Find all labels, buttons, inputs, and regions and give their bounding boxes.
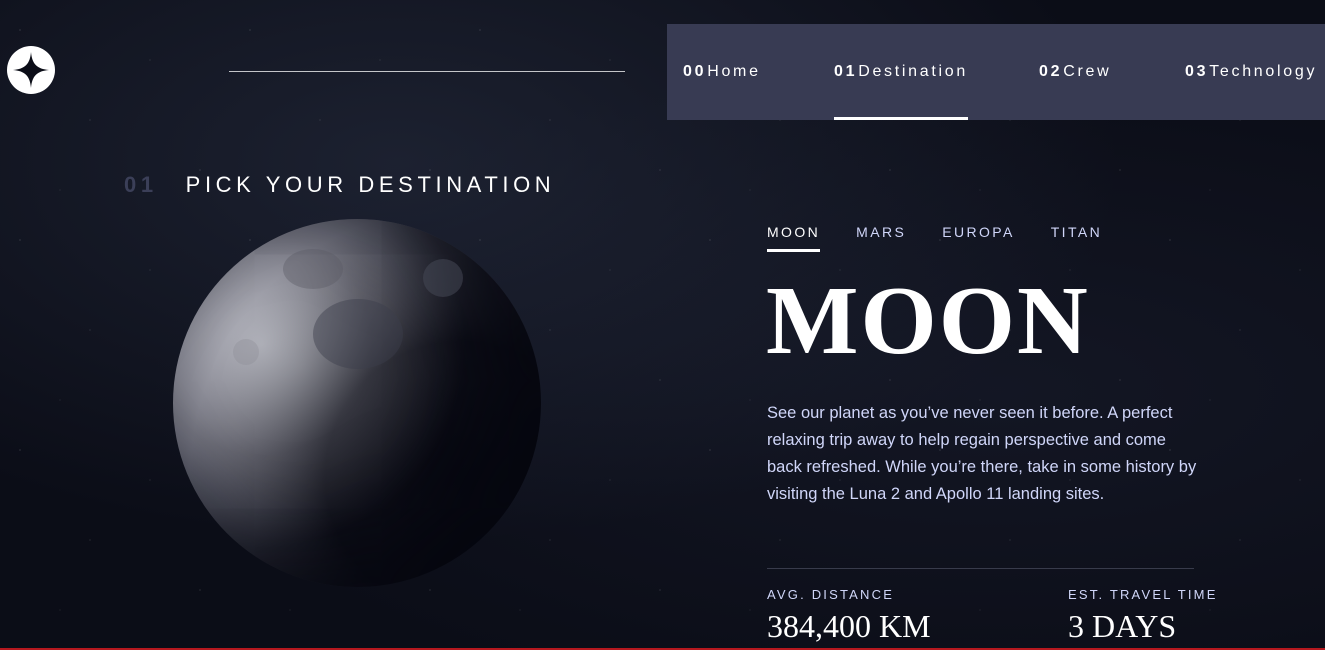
moon-crater bbox=[283, 249, 343, 289]
page-title-number: 01 bbox=[124, 172, 158, 197]
moon-crater bbox=[233, 339, 259, 365]
moon-image bbox=[173, 219, 541, 587]
header-divider-line bbox=[229, 71, 625, 72]
distance-value: 384,400 KM bbox=[767, 608, 931, 644]
nav-item-label: Home bbox=[707, 63, 761, 80]
tab-titan[interactable]: TITAN bbox=[1051, 224, 1102, 252]
distance-label: AVG. DISTANCE bbox=[767, 587, 895, 602]
logo-icon[interactable] bbox=[7, 46, 55, 94]
page-title-text: PICK YOUR DESTINATION bbox=[185, 172, 556, 197]
nav-item-number: 03 bbox=[1185, 63, 1209, 80]
travel-time-label: EST. TRAVEL TIME bbox=[1068, 587, 1218, 602]
nav-item-crew[interactable]: 02 Crew bbox=[1039, 24, 1111, 120]
star-logo-icon bbox=[13, 52, 49, 88]
nav-item-destination[interactable]: 01 Destination bbox=[834, 24, 968, 120]
nav-item-number: 00 bbox=[683, 63, 707, 80]
nav-item-label: Crew bbox=[1063, 63, 1112, 80]
nav-item-number: 02 bbox=[1039, 63, 1063, 80]
moon-crater bbox=[423, 259, 463, 297]
tab-moon[interactable]: MOON bbox=[767, 224, 821, 252]
nav-item-number: 01 bbox=[834, 63, 858, 80]
destination-title: MOON bbox=[766, 267, 1090, 375]
travel-time-value: 3 DAYS bbox=[1068, 608, 1177, 644]
tab-europa[interactable]: EUROPA bbox=[942, 224, 1015, 252]
nav-item-label: Technology bbox=[1209, 63, 1318, 80]
destination-tabs: MOON MARS EUROPA TITAN bbox=[767, 224, 1102, 252]
main-navigation: 00 Home 01 Destination 02 Crew 03 Techno… bbox=[667, 24, 1325, 120]
nav-item-label: Destination bbox=[858, 63, 968, 80]
page-title: 01 PICK YOUR DESTINATION bbox=[124, 172, 555, 198]
moon-crater bbox=[313, 299, 403, 369]
destination-description: See our planet as you’ve never seen it b… bbox=[767, 404, 1197, 503]
nav-item-technology[interactable]: 03 Technology bbox=[1185, 24, 1317, 120]
stats-divider bbox=[767, 568, 1194, 569]
nav-item-home[interactable]: 00 Home bbox=[683, 24, 761, 120]
tab-mars[interactable]: MARS bbox=[856, 224, 906, 252]
